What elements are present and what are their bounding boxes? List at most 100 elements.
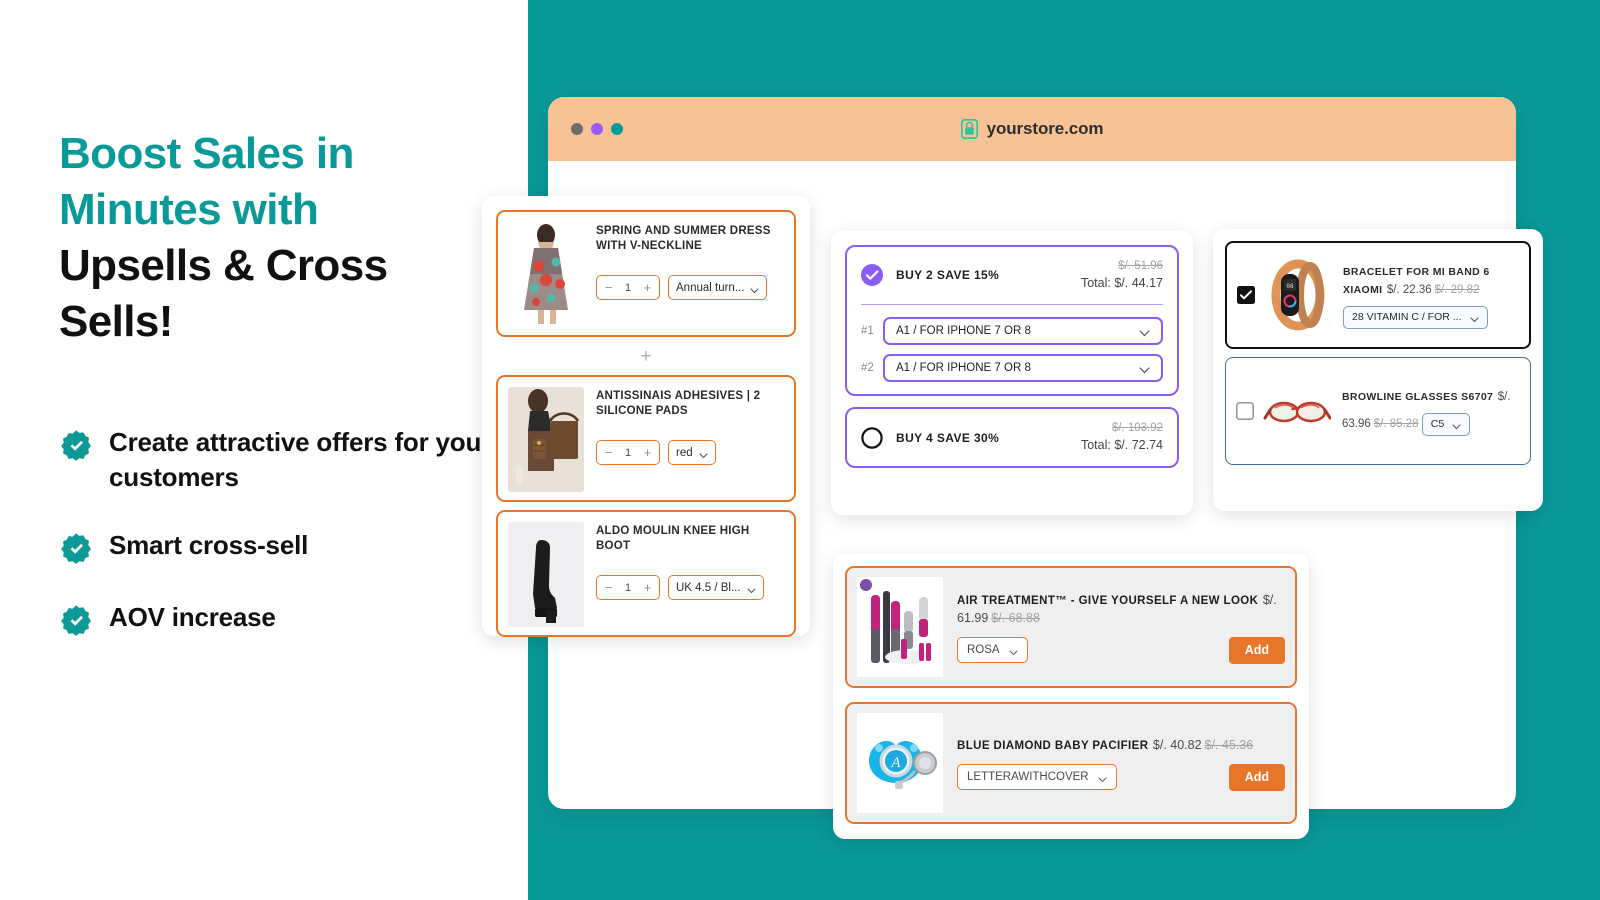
plus-separator-icon: + [640, 345, 652, 367]
chevron-down-icon [750, 285, 759, 293]
product-title: ANTISSINAIS ADHESIVES | 2 SILICONE PADS [596, 390, 761, 417]
chevron-down-icon [1009, 647, 1018, 656]
variant-select[interactable]: C5 [1421, 412, 1471, 436]
tier-spacer [845, 396, 1179, 407]
product-image-adhesives [508, 387, 584, 492]
volume-tier-option[interactable]: BUY 4 SAVE 30% $/. 103.92 Total: $/. 72.… [845, 407, 1179, 468]
volume-tier-prices: $/. 103.92 Total: $/. 72.74 [1081, 421, 1163, 453]
product-card[interactable]: ALDO MOULIN KNEE HIGH BOOT − 1 + UK 4.5 … [496, 510, 796, 637]
variant-select-value: A1 / FOR IPHONE 7 OR 8 [896, 325, 1031, 338]
addon-offers-panel: AIR TREATMENT™ - GIVE YOURSELF A NEW LOO… [833, 554, 1309, 839]
volume-tier-option[interactable]: BUY 2 SAVE 15% $/. 51.96 Total: $/. 44.1… [845, 245, 1179, 397]
variant-select[interactable]: 28 VITAMIN C / FOR ... [1343, 305, 1488, 329]
bundle-products-panel: SPRING AND SUMMER DRESS WITH V-NECKLINE … [482, 196, 810, 637]
crosssell-bundle-panel: 08 BRACELET FOR MI BAND 6 XIAOMI $/. 22.… [1213, 229, 1543, 511]
variant-select[interactable]: A1 / FOR IPHONE 7 OR 8 [883, 354, 1163, 383]
quantity-decrease-button[interactable]: − [600, 581, 617, 594]
list-item: Smart cross-sell [59, 528, 509, 566]
product-title: BROWLINE GLASSES S6707 [1342, 390, 1494, 403]
list-item-label: AOV increase [109, 602, 276, 633]
price-current: $/. 40.82 [1152, 737, 1202, 752]
variant-select[interactable]: ROSA [957, 637, 1028, 663]
quantity-decrease-button[interactable]: − [600, 281, 617, 294]
list-item: Create attractive offers for your custom… [59, 425, 509, 494]
variant-select-value: 28 VITAMIN C / FOR ... [1352, 311, 1462, 323]
tier-variant-row: #1 A1 / FOR IPHONE 7 OR 8 [861, 317, 1163, 346]
quantity-stepper[interactable]: − 1 + [596, 275, 660, 301]
svg-text:08: 08 [1286, 283, 1294, 290]
quantity-increase-button[interactable]: + [639, 581, 656, 594]
feature-bullet-list: Create attractive offers for your custom… [59, 425, 509, 638]
volume-tier-label: BUY 2 SAVE 15% [896, 268, 1000, 283]
product-title: ALDO MOULIN KNEE HIGH BOOT [596, 525, 750, 552]
variant-index-label: #1 [861, 325, 874, 338]
variant-index-label: #2 [861, 362, 874, 375]
list-item-label: Smart cross-sell [109, 530, 309, 561]
product-title: AIR TREATMENT™ - GIVE YOURSELF A NEW LOO… [957, 594, 1259, 607]
variant-select[interactable]: A1 / FOR IPHONE 7 OR 8 [883, 317, 1163, 346]
price-original: $/. 85.28 [1373, 418, 1419, 430]
product-title: BLUE DIAMOND BABY PACIFIER [957, 739, 1149, 752]
radio-selected-icon[interactable] [861, 264, 883, 287]
add-to-cart-button[interactable]: Add [1228, 763, 1285, 791]
product-image-air-treatment [857, 577, 943, 677]
lock-icon [960, 119, 978, 139]
quantity-increase-button[interactable]: + [639, 281, 656, 294]
product-card[interactable]: SPRING AND SUMMER DRESS WITH V-NECKLINE … [496, 210, 796, 337]
price-total: Total: $/. 44.17 [1080, 275, 1163, 290]
tier-variant-row: #2 A1 / FOR IPHONE 7 OR 8 [861, 354, 1163, 383]
addon-card[interactable]: A BLUE DIAMOND BABY PACIFIER $/. 40.82 $/… [845, 702, 1297, 824]
page-title: Boost Sales in Minutes with Upsells & Cr… [59, 126, 479, 350]
headline-line-3: Upsells & Cross [59, 240, 388, 290]
variant-select-value: red [676, 446, 693, 459]
quantity-decrease-button[interactable]: − [600, 446, 617, 459]
price-original: $/. 68.88 [991, 610, 1040, 625]
address-bar-url: yourstore.com [986, 119, 1104, 138]
check-badge-icon [59, 604, 93, 638]
bundle-spacer [1225, 349, 1531, 357]
bundle-item[interactable]: BROWLINE GLASSES S6707 $/. 63.96 $/. 85.2… [1225, 357, 1531, 465]
variant-select-value: C5 [1430, 418, 1445, 430]
bundle-item[interactable]: 08 BRACELET FOR MI BAND 6 XIAOMI $/. 22.… [1225, 241, 1531, 349]
variant-select[interactable]: Annual turn... [668, 275, 768, 301]
add-to-cart-button[interactable]: Add [1228, 636, 1285, 664]
chevron-down-icon [1469, 314, 1479, 323]
address-bar[interactable]: yourstore.com [548, 119, 1516, 139]
price-original: $/. 51.96 [1118, 260, 1163, 272]
variant-select[interactable]: UK 4.5 / Bl... [668, 575, 764, 601]
list-item: AOV increase [59, 600, 509, 638]
checkbox-unchecked-icon[interactable] [1236, 402, 1254, 420]
quantity-increase-button[interactable]: + [639, 446, 656, 459]
quantity-stepper[interactable]: − 1 + [596, 440, 660, 466]
price-total: Total: $/. 72.74 [1080, 437, 1163, 452]
product-card[interactable]: ANTISSINAIS ADHESIVES | 2 SILICONE PADS … [496, 375, 796, 502]
price-original: $/. 29.82 [1434, 283, 1480, 296]
product-image-pacifier: A [857, 713, 943, 813]
browser-title-bar: yourstore.com [548, 97, 1516, 161]
quantity-stepper[interactable]: − 1 + [596, 575, 660, 601]
check-badge-icon [59, 429, 93, 463]
product-image-dress [508, 222, 584, 327]
checkbox-checked-icon[interactable] [1237, 286, 1255, 304]
variant-select-value: A1 / FOR IPHONE 7 OR 8 [896, 362, 1031, 375]
variant-select-value: LETTERAWITHCOVER [967, 771, 1089, 783]
variant-select-value: UK 4.5 / Bl... [676, 581, 741, 594]
variant-select-value: Annual turn... [676, 281, 745, 294]
variant-select[interactable]: red [668, 440, 716, 466]
volume-tier-prices: $/. 51.96 Total: $/. 44.17 [1081, 259, 1163, 291]
chevron-down-icon [1139, 365, 1150, 374]
volume-discount-panel: BUY 2 SAVE 15% $/. 51.96 Total: $/. 44.1… [831, 231, 1193, 515]
quantity-value: 1 [624, 581, 632, 594]
divider [861, 304, 1163, 306]
addon-card[interactable]: AIR TREATMENT™ - GIVE YOURSELF A NEW LOO… [845, 566, 1297, 688]
product-image-glasses [1263, 372, 1331, 450]
headline-line-1: Boost Sales in [59, 129, 354, 178]
variant-select-value: ROSA [967, 644, 1000, 656]
price-original: $/. 45.36 [1204, 737, 1254, 752]
chevron-down-icon [1452, 421, 1461, 430]
quantity-value: 1 [624, 281, 632, 294]
product-price: $/. 22.36 $/. 29.82 [1387, 284, 1480, 296]
variant-select[interactable]: LETTERAWITHCOVER [957, 764, 1117, 790]
radio-unselected-icon[interactable] [861, 426, 883, 449]
headline-line-4: Sells! [59, 296, 173, 346]
